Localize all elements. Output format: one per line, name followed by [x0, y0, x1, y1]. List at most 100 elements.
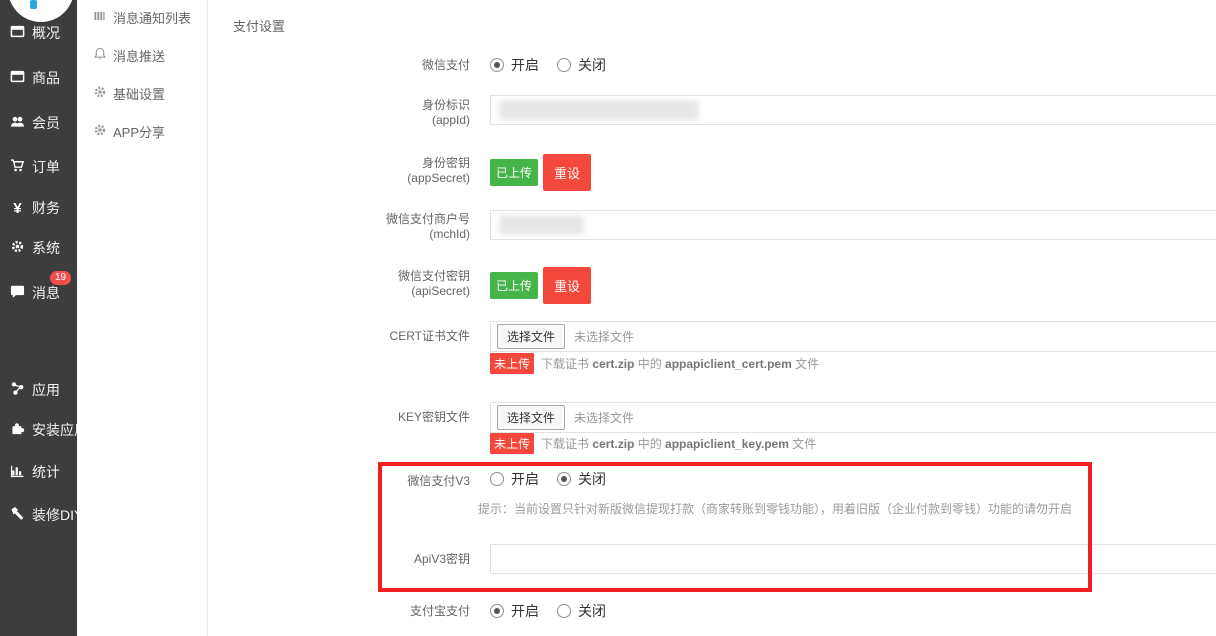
mch-id-input[interactable] [490, 210, 1216, 240]
app-secret-reset-button[interactable]: 重设 [543, 154, 591, 191]
not-uploaded-badge: 未上传 [490, 433, 534, 454]
sidebar-item-statistics[interactable]: 统计 [10, 462, 60, 482]
message-count-badge: 19 [50, 271, 71, 285]
app-id-field-wrap [490, 95, 1216, 125]
key-file-picker[interactable]: 选择文件 未选择文件 [490, 402, 1216, 433]
sidebar-item-orders[interactable]: 订单 [10, 157, 60, 177]
no-file-text: 未选择文件 [574, 409, 634, 426]
sidebar-item-overview[interactable]: 概况 [10, 23, 60, 43]
wechat-pay-label: 微信支付 [208, 58, 470, 72]
mch-id-field-wrap [490, 210, 1216, 240]
app-secret-label: 身份密钥 (appSecret) [208, 156, 470, 186]
app-secret-sublabel: (appSecret) [208, 171, 470, 186]
sidebar-item-label: 订单 [32, 157, 60, 177]
wechat-pay-v3-hint: 提示：当前设置只针对新版微信提现打款（商家转账到零钱功能），用着旧版（企业付款到… [478, 500, 1072, 517]
mch-id-sublabel: (mchId) [208, 227, 470, 242]
sidebar-item-label: 应用 [32, 380, 60, 400]
api-secret-label: 微信支付密钥 (apiSecret) [208, 269, 470, 299]
page-title: 支付设置 [233, 16, 285, 35]
submenu-item-label: APP分享 [113, 122, 165, 141]
sidebar-item-label: 概况 [32, 23, 60, 43]
sidebar-item-goods[interactable]: 商品 [10, 68, 60, 88]
goods-icon [10, 69, 25, 87]
avatar[interactable] [8, 0, 74, 22]
cert-file-hint: 未上传 下载证书 cert.zip 中的 appapiclient_cert.p… [490, 354, 819, 373]
overview-icon [10, 24, 25, 42]
hammer-icon [10, 506, 25, 524]
cert-hint-text: 下载证书 cert.zip 中的 appapiclient_cert.pem 文… [541, 355, 819, 372]
apps-icon [10, 381, 25, 399]
alipay-radio-group: 开启关闭 [490, 601, 624, 621]
app-secret-controls: 已上传 重设 [490, 154, 591, 190]
cert-file-picker[interactable]: 选择文件 未选择文件 [490, 321, 1216, 352]
alipay-off-radio[interactable] [557, 604, 571, 618]
sidebar-item-label: 消息 [32, 283, 60, 303]
submenu-item-push[interactable]: 消息推送 [93, 46, 165, 64]
sidebar-item-label: 系统 [32, 238, 60, 258]
gear-icon [93, 123, 107, 140]
submenu-item-notify-list[interactable]: 消息通知列表 [93, 8, 191, 26]
key-hint-text: 下载证书 cert.zip 中的 appapiclient_key.pem 文件 [541, 435, 816, 452]
main-content: 支付设置 微信支付 开启关闭 身份标识 (appId) 身份密钥 (appSec… [208, 0, 1216, 636]
radio-label-on: 开启 [511, 57, 539, 73]
sidebar-item-messages[interactable]: 消息 19 [10, 283, 60, 303]
members-icon [10, 114, 25, 132]
app-id-sublabel: (appId) [208, 113, 470, 128]
redacted-value-blur [499, 215, 584, 235]
radio-label-on: 开启 [511, 603, 539, 619]
wechat-pay-v3-radio-group: 开启 关闭 [490, 469, 624, 489]
sidebar-item-apps[interactable]: 应用 [10, 380, 60, 400]
wechat-pay-radio-group: 开启 关闭 [490, 55, 624, 75]
admin-page: 概况 商品 会员 订单 ¥ 财务 系统 消息 19 应用 [0, 0, 1216, 636]
wechat-pay-v3-label: 微信支付V3 [208, 472, 470, 490]
gear-icon [10, 239, 25, 257]
radio-label-on: 开启 [511, 471, 539, 487]
sidebar-item-label: 装修DIY [32, 505, 83, 525]
apiv3-key-field-wrap [490, 544, 1216, 574]
cart-icon [10, 158, 25, 176]
bar-chart-icon [10, 463, 25, 481]
submenu-item-label: 基础设置 [113, 84, 165, 103]
submenu-item-label: 消息通知列表 [113, 8, 191, 27]
sidebar-item-label: 商品 [32, 68, 60, 88]
submenu-item-label: 消息推送 [113, 46, 165, 65]
sidebar-item-system[interactable]: 系统 [10, 238, 60, 258]
apiv3-key-input[interactable] [490, 544, 1216, 574]
list-bars-icon [93, 9, 107, 26]
wechat-pay-v3-on-radio[interactable] [490, 472, 504, 486]
cert-file-label: CERT证书文件 [208, 321, 470, 352]
choose-file-button[interactable]: 选择文件 [497, 324, 565, 349]
submenu-item-app-share[interactable]: APP分享 [93, 122, 165, 140]
key-file-label: KEY密钥文件 [208, 402, 470, 433]
alipay-on-radio[interactable] [490, 604, 504, 618]
puzzle-icon [10, 421, 25, 439]
sidebar-item-finance[interactable]: ¥ 财务 [10, 198, 60, 218]
alipay-label: 支付宝支付 [208, 604, 470, 618]
yen-icon: ¥ [10, 200, 25, 217]
bell-icon [93, 47, 107, 64]
submenu-item-basic-settings[interactable]: 基础设置 [93, 84, 165, 102]
mch-id-label: 微信支付商户号 (mchId) [208, 212, 470, 242]
secondary-sidebar: 消息通知列表 消息推送 基础设置 APP分享 [77, 0, 208, 636]
chat-bubble-icon [10, 284, 25, 302]
choose-file-button[interactable]: 选择文件 [497, 405, 565, 430]
no-file-text: 未选择文件 [574, 328, 634, 345]
apiv3-key-label: ApiV3密钥 [208, 544, 470, 574]
radio-label-off: 关闭 [578, 57, 606, 73]
wechat-pay-on-radio[interactable] [490, 58, 504, 72]
uploaded-badge: 已上传 [490, 159, 538, 186]
api-secret-reset-button[interactable]: 重设 [543, 267, 591, 304]
key-file-hint: 未上传 下载证书 cert.zip 中的 appapiclient_key.pe… [490, 434, 816, 453]
avatar-logo [30, 0, 37, 9]
sidebar-item-label: 统计 [32, 462, 60, 482]
api-secret-controls: 已上传 重设 [490, 267, 591, 303]
uploaded-badge: 已上传 [490, 272, 538, 299]
sidebar-item-members[interactable]: 会员 [10, 113, 60, 133]
wechat-pay-v3-off-radio[interactable] [557, 472, 571, 486]
primary-sidebar: 概况 商品 会员 订单 ¥ 财务 系统 消息 19 应用 [0, 0, 77, 636]
sidebar-item-decorate-diy[interactable]: 装修DIY [10, 505, 83, 525]
not-uploaded-badge: 未上传 [490, 353, 534, 374]
wechat-pay-off-radio[interactable] [557, 58, 571, 72]
redacted-value-blur [499, 100, 699, 120]
radio-label-off: 关闭 [578, 471, 606, 487]
